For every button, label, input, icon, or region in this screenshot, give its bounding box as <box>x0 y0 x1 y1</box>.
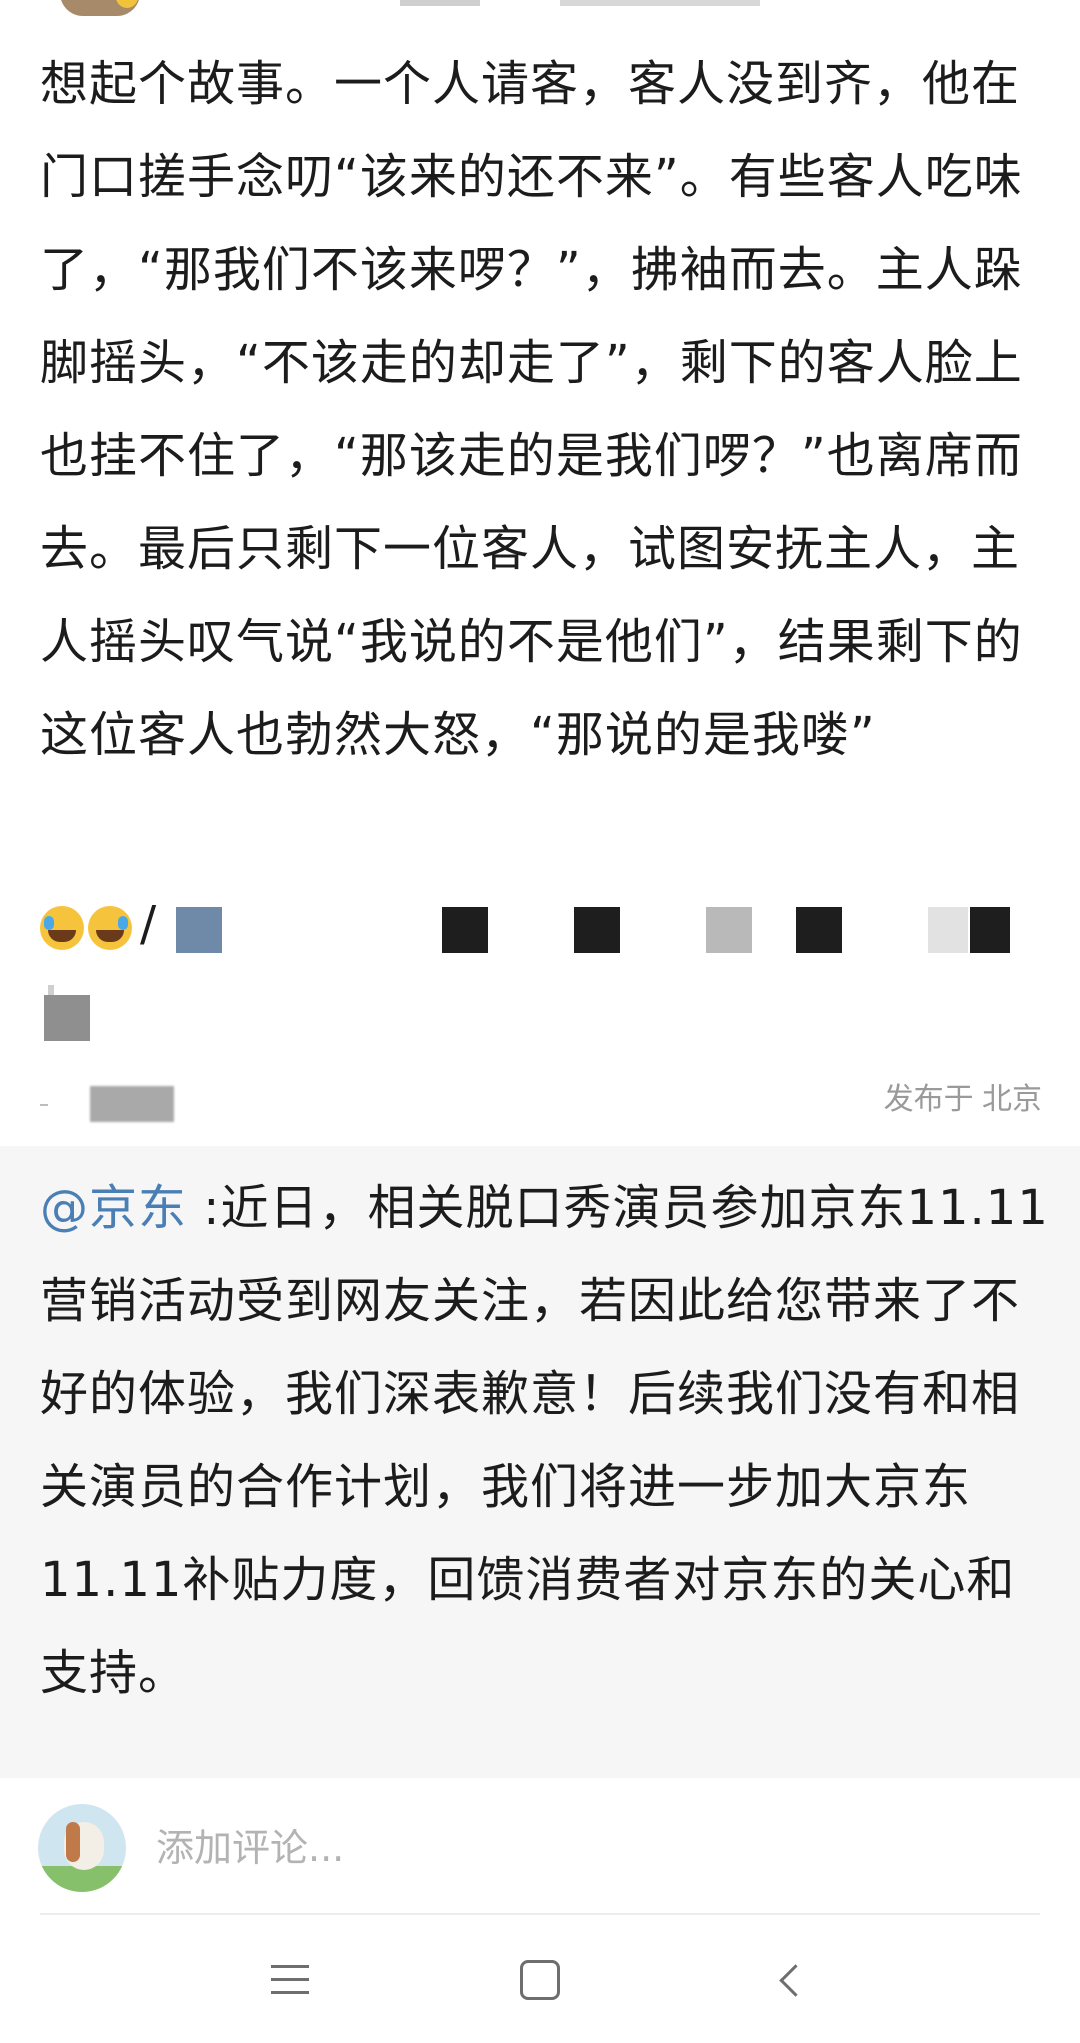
home-icon <box>520 1960 560 2000</box>
author-header-cropped <box>0 0 1080 28</box>
redacted-block <box>44 995 90 1041</box>
post-body: 想起个故事。一个人请客，客人没到齐，他在门口搓手念叨“该来的还不来”。有些客人吃… <box>40 38 1050 782</box>
user-avatar[interactable] <box>38 1804 126 1892</box>
post-location: 发布于 北京 <box>883 1083 1042 1116</box>
separator: / <box>140 896 157 952</box>
back-button[interactable] <box>760 1950 820 2010</box>
redacted-block <box>970 907 1010 953</box>
redacted-text <box>560 0 760 6</box>
redacted-text <box>400 0 480 6</box>
back-icon <box>778 1963 812 1997</box>
redacted-block <box>796 907 842 953</box>
quoted-post-text: @京东 :近日，相关脱口秀演员参加京东11.11营销活动受到网友关注，若因此给您… <box>40 1162 1050 1720</box>
comment-input[interactable]: 添加评论... <box>156 1822 344 1874</box>
laugh-cry-icon <box>88 906 132 950</box>
quoted-body: :近日，相关脱口秀演员参加京东11.11营销活动受到网友关注，若因此给您带来了不… <box>40 1180 1049 1701</box>
post-emoji-row: / <box>40 893 1050 963</box>
redacted-block <box>706 907 752 953</box>
redacted-block <box>442 907 488 953</box>
redacted-fragment <box>40 1104 48 1106</box>
mention-link[interactable]: @京东 <box>40 1180 187 1236</box>
menu-icon <box>271 1965 309 1995</box>
redacted-block <box>574 907 620 953</box>
redacted-block <box>928 907 968 953</box>
home-button[interactable] <box>510 1950 570 2010</box>
laugh-cry-icon <box>40 906 84 950</box>
post-text: 想起个故事。一个人请客，客人没到齐，他在门口搓手念叨“该来的还不来”。有些客人吃… <box>40 56 1023 763</box>
redacted-meta <box>90 1086 174 1122</box>
redacted-block <box>176 907 222 953</box>
menu-button[interactable] <box>260 1950 320 2010</box>
